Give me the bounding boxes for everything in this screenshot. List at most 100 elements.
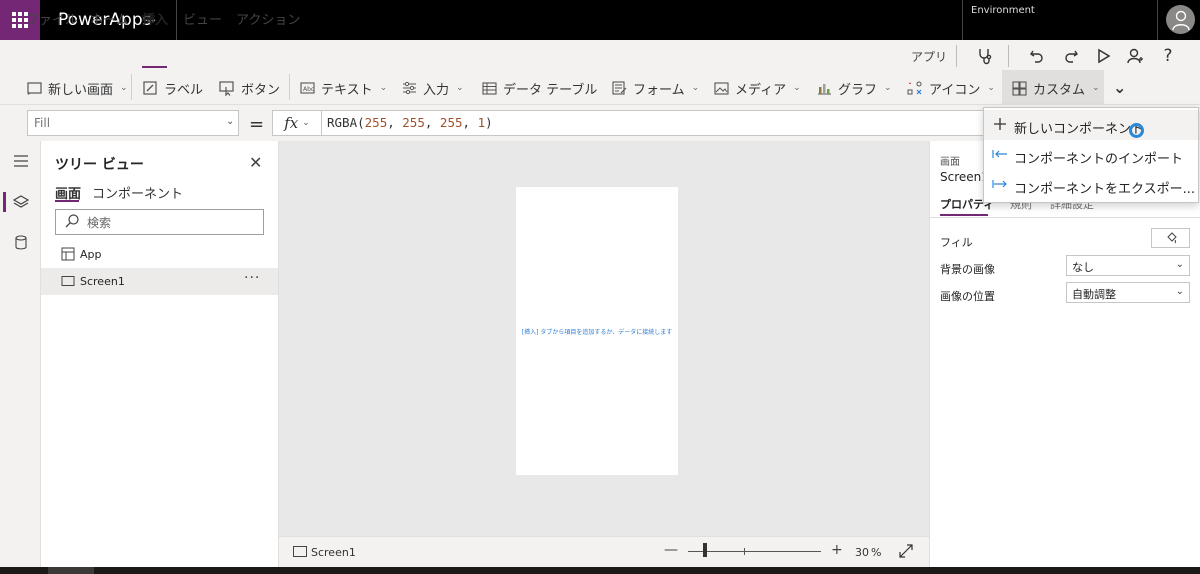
function-button[interactable]: fx ⌄ xyxy=(272,110,322,136)
zoom-value: 30 xyxy=(855,546,869,559)
custom-button-label: カスタム xyxy=(1033,82,1086,98)
formula-close: ) xyxy=(485,115,493,130)
chevron-down-icon: ⌄ xyxy=(226,116,235,127)
menu-file[interactable]: ファイル xyxy=(26,9,78,28)
tree-item-screen1[interactable]: Screen1 ··· xyxy=(41,268,278,295)
ribbon-expand-chevron-icon[interactable]: ⌄ xyxy=(1113,78,1126,97)
zoom-slider-thumb[interactable] xyxy=(703,543,707,557)
undo-icon[interactable] xyxy=(1027,46,1047,66)
text-button-label: テキスト xyxy=(321,82,373,98)
button-button[interactable]: ボタン xyxy=(219,78,280,98)
screen-icon xyxy=(293,546,307,557)
paint-bucket-icon xyxy=(1166,232,1177,244)
help-icon[interactable]: ? xyxy=(1158,46,1178,66)
user-avatar[interactable] xyxy=(1166,5,1195,34)
more-options-icon[interactable]: ··· xyxy=(244,270,260,286)
icons-gallery-icon xyxy=(907,80,923,96)
new-screen-button[interactable]: 新しい画面 ⌄ xyxy=(26,78,128,98)
menu-view[interactable]: ビュー xyxy=(183,9,222,28)
media-image-icon xyxy=(713,80,729,96)
form-button-label: フォーム xyxy=(633,82,685,98)
zoom-out-button[interactable]: — xyxy=(664,542,678,558)
background-image-value: なし xyxy=(1072,261,1094,274)
menu-item-label: コンポーネントのインポート xyxy=(1014,152,1184,167)
image-position-dropdown[interactable]: 自動調整 ⌄ xyxy=(1066,282,1190,303)
form-button[interactable]: フォーム ⌄ xyxy=(611,78,699,98)
divider xyxy=(289,74,290,100)
divider xyxy=(962,0,963,40)
tree-item-label: Screen1 xyxy=(80,275,125,288)
bottom-edge-segment xyxy=(48,567,94,574)
media-button-label: メディア xyxy=(735,82,787,98)
svg-text:Abc: Abc xyxy=(303,86,314,93)
formula-arg-g: 255 xyxy=(402,115,425,130)
zoom-in-button[interactable]: + xyxy=(831,542,843,558)
search-placeholder: 検索 xyxy=(87,216,112,230)
image-position-value: 自動調整 xyxy=(1072,288,1116,301)
plus-icon xyxy=(992,116,1008,132)
database-icon[interactable] xyxy=(12,233,30,251)
close-icon[interactable]: ✕ xyxy=(249,153,262,172)
apps-button[interactable]: アプリ xyxy=(911,48,947,65)
chart-button[interactable]: グラフ ⌄ xyxy=(816,78,892,98)
menu-item-export-component[interactable]: コンポーネントをエクスポー... xyxy=(984,170,1198,200)
menu-item-label: コンポーネントをエクスポー... xyxy=(1014,182,1196,197)
selected-control-name: Screen1 xyxy=(940,170,989,184)
environment-label[interactable]: Environment xyxy=(971,5,1035,16)
tree-view-panel xyxy=(41,141,279,567)
share-user-icon[interactable] xyxy=(1125,46,1145,66)
input-sliders-icon xyxy=(401,80,417,96)
screen-icon xyxy=(61,276,75,286)
menu-bar xyxy=(0,40,1200,70)
app-checker-stethoscope-icon[interactable] xyxy=(975,46,995,66)
menu-action[interactable]: アクション xyxy=(236,9,300,28)
icons-button[interactable]: アイコン ⌄ xyxy=(907,78,995,98)
menu-insert[interactable]: 挿入 xyxy=(142,9,168,28)
background-image-label: 背景の画像 xyxy=(940,263,995,276)
divider xyxy=(1157,0,1158,40)
layers-tree-view-icon[interactable] xyxy=(12,193,30,211)
chevron-down-icon: ⌄ xyxy=(1092,83,1100,93)
input-button[interactable]: 入力 ⌄ xyxy=(401,78,464,98)
bottom-edge xyxy=(0,567,1200,574)
import-arrow-icon xyxy=(992,146,1008,162)
media-button[interactable]: メディア ⌄ xyxy=(713,78,801,98)
label-edit-icon xyxy=(142,80,158,96)
fill-color-picker[interactable] xyxy=(1151,228,1190,248)
redo-icon[interactable] xyxy=(1061,46,1081,66)
click-indicator xyxy=(1129,123,1144,138)
button-button-label: ボタン xyxy=(241,82,281,98)
tree-item-label: App xyxy=(80,248,102,261)
hamburger-menu-icon[interactable] xyxy=(12,152,30,170)
active-menu-indicator xyxy=(142,66,167,68)
chevron-down-icon: ⌄ xyxy=(793,83,801,93)
chevron-down-icon: ⌄ xyxy=(691,83,700,93)
text-button[interactable]: Abc テキスト ⌄ xyxy=(299,78,387,98)
property-selector[interactable] xyxy=(27,110,239,136)
data-table-label: データ テーブル xyxy=(503,82,598,98)
chevron-down-icon: ⌄ xyxy=(1175,286,1184,297)
fill-label: フィル xyxy=(940,236,973,249)
app-grid-icon xyxy=(61,247,75,261)
active-rail-indicator xyxy=(3,192,6,212)
chevron-down-icon: ⌄ xyxy=(379,83,388,93)
custom-button[interactable]: カスタム ⌄ xyxy=(1011,78,1100,98)
fx-icon: fx xyxy=(284,114,299,132)
label-button[interactable]: ラベル xyxy=(142,78,203,98)
background-image-dropdown[interactable]: なし ⌄ xyxy=(1066,255,1190,276)
menu-item-import-component[interactable]: コンポーネントのインポート xyxy=(984,140,1198,170)
menu-item-new-component[interactable]: 新しいコンポーネント xyxy=(984,110,1198,140)
data-table-button[interactable]: データ テーブル xyxy=(481,78,597,98)
tab-components[interactable]: コンポーネント xyxy=(92,183,183,202)
formula-function: RGBA( xyxy=(327,115,365,130)
new-screen-icon xyxy=(26,80,42,96)
current-screen-label[interactable]: Screen1 xyxy=(311,546,356,559)
formula-arg-a: 1 xyxy=(477,115,486,130)
menu-home[interactable]: ホーム xyxy=(90,9,129,28)
play-preview-icon[interactable] xyxy=(1094,46,1114,66)
tree-item-app[interactable]: App xyxy=(41,241,278,268)
custom-dropdown-menu: 新しいコンポーネント コンポーネントのインポート コンポーネントをエクスポー..… xyxy=(983,107,1199,203)
chevron-down-icon: ⌄ xyxy=(884,83,892,93)
zoom-slider[interactable] xyxy=(688,551,821,552)
fit-to-window-icon[interactable] xyxy=(899,544,913,558)
